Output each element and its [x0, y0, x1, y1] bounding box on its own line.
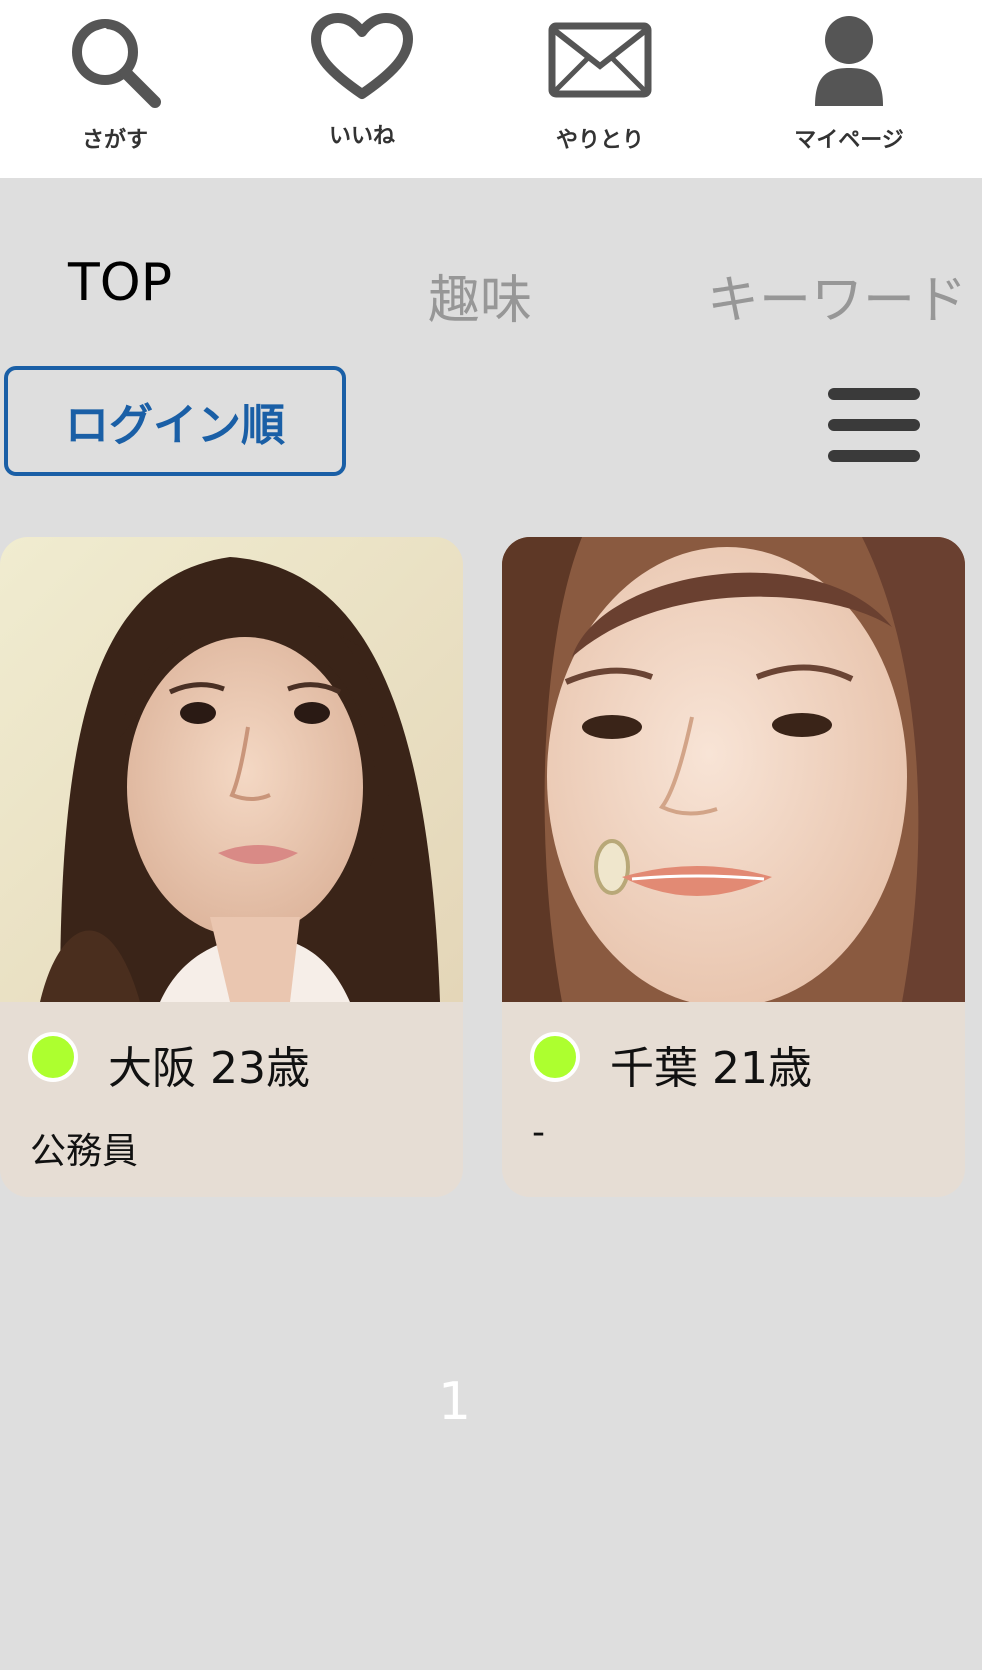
profile-photo [502, 537, 965, 1002]
nav-search[interactable]: さがす [15, 0, 215, 178]
heart-icon [310, 12, 414, 106]
online-status-indicator [28, 1032, 78, 1082]
nav-mypage-label: マイページ [794, 128, 904, 153]
nav-mypage[interactable]: マイページ [749, 0, 949, 178]
profile-card[interactable]: 千葉 21歳 - [502, 537, 965, 1197]
top-nav: さがす いいね やりとり マイページ [0, 0, 982, 178]
sort-login-order-button[interactable]: ログイン順 [4, 366, 346, 476]
profile-photo [0, 537, 463, 1002]
card-title: 千葉 21歳 [610, 1043, 812, 1094]
card-job: - [532, 1112, 545, 1153]
user-icon [811, 14, 887, 112]
online-status-indicator [530, 1032, 580, 1082]
profile-card[interactable]: 大阪 23歳 公務員 [0, 537, 463, 1197]
card-title: 大阪 23歳 [108, 1043, 310, 1094]
nav-search-label: さがす [81, 128, 148, 153]
hamburger-icon[interactable] [828, 388, 920, 464]
nav-like[interactable]: いいね [262, 0, 462, 178]
envelope-icon [548, 22, 652, 102]
tab-top[interactable]: TOP [68, 253, 172, 313]
tab-keyword[interactable]: キーワード [707, 258, 967, 333]
card-info: 千葉 21歳 - [502, 1002, 965, 1197]
nav-like-label: いいね [328, 124, 395, 149]
card-info: 大阪 23歳 公務員 [0, 1002, 463, 1197]
card-job: 公務員 [30, 1131, 139, 1172]
tab-hobby[interactable]: 趣味 [428, 258, 532, 333]
nav-messages-label: やりとり [555, 128, 644, 153]
search-icon [65, 12, 165, 116]
pagination-page-1[interactable]: 1 [438, 1372, 471, 1432]
nav-messages[interactable]: やりとり [500, 0, 700, 178]
